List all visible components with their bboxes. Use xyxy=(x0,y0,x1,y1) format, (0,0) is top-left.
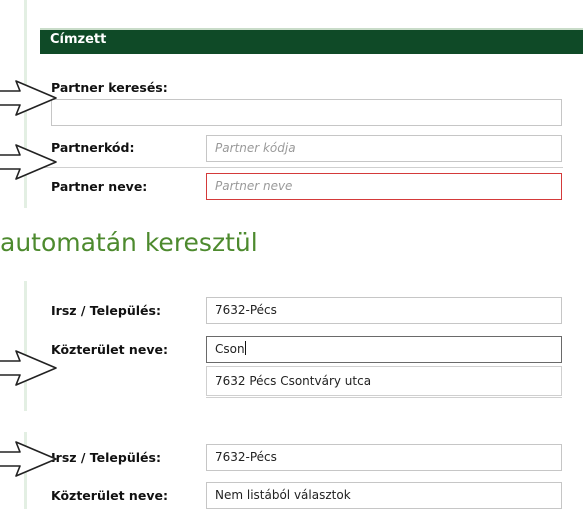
settlement-input[interactable]: 7632-Pécs xyxy=(206,444,562,471)
divider xyxy=(40,167,563,168)
outline-arrow-icon xyxy=(0,441,57,477)
street-label: Közterület neve: xyxy=(51,488,168,503)
partner-code-input[interactable]: Partner kódja xyxy=(206,135,562,162)
partner-search-label: Partner keresés: xyxy=(51,80,168,95)
street-input-text: Cson xyxy=(215,342,245,356)
outline-arrow-icon xyxy=(0,144,57,180)
suggestion-list-bottom xyxy=(206,397,562,398)
street-input[interactable]: Cson xyxy=(206,336,562,363)
street-label: Közterület neve: xyxy=(51,342,168,357)
settlement-input[interactable]: 7632-Pécs xyxy=(206,297,562,324)
recipient-panel-header xyxy=(40,28,583,54)
partner-search-input[interactable] xyxy=(51,99,562,126)
street-input[interactable]: Nem listából választok xyxy=(206,482,562,509)
settlement-label: Irsz / Település: xyxy=(51,450,161,465)
section-heading: automatán keresztül xyxy=(0,228,258,257)
recipient-panel-title: Címzett xyxy=(50,32,107,47)
settlement-label: Irsz / Település: xyxy=(51,303,161,318)
text-caret xyxy=(244,341,246,355)
outline-arrow-icon xyxy=(0,350,57,386)
street-suggestion-item[interactable]: 7632 Pécs Csontváry utca xyxy=(206,366,562,396)
partner-name-input[interactable]: Partner neve xyxy=(206,173,562,200)
partner-name-label: Partner neve: xyxy=(51,179,148,194)
outline-arrow-icon xyxy=(0,80,57,116)
